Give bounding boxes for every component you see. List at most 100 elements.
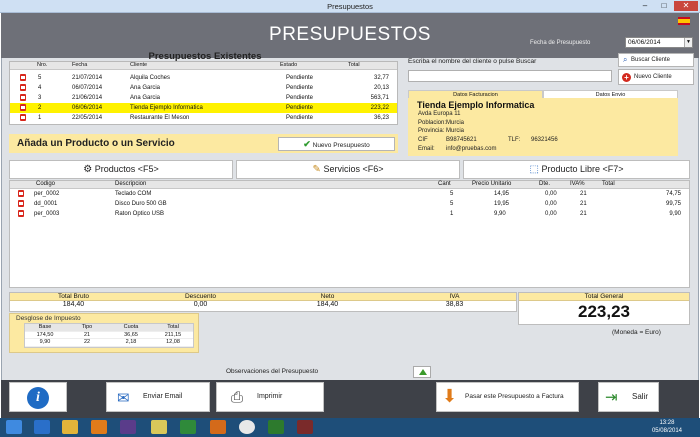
cell-dte: 0,00 — [545, 211, 557, 217]
ie-icon[interactable] — [34, 420, 50, 434]
clock[interactable]: 13:28 05/08/2014 — [652, 419, 682, 435]
table-row: 9,90 22 2,18 12,08 — [25, 339, 193, 347]
printer-icon: ⎙ — [231, 389, 244, 406]
table-row[interactable]: 1 22/05/2014 Restaurante El Meson Pendie… — [10, 113, 397, 123]
add-product-title: Añada un Producto o un Servicio — [17, 138, 175, 149]
cell-estado: Pendiente — [286, 85, 314, 91]
outlook-icon[interactable] — [210, 420, 226, 434]
cell-descripcion: Raton Optico USB — [115, 211, 165, 217]
minimize-button[interactable]: – — [636, 1, 654, 11]
enviar-email-button[interactable]: ✉ Enviar Email — [106, 382, 210, 412]
presupuestos-app-icon[interactable] — [297, 420, 313, 434]
nuevo-presupuesto-button[interactable]: ✔ Nuevo Presupuesto — [278, 137, 395, 151]
col-total: Total — [602, 181, 615, 187]
arrow-up-icon[interactable] — [413, 366, 431, 378]
col-nro: Nro. — [37, 62, 48, 68]
pdf-icon[interactable] — [20, 94, 26, 101]
cell-base: 9,90 — [39, 339, 51, 345]
cell-tipo: 22 — [83, 339, 91, 345]
descuento-label: Descuento — [184, 293, 217, 300]
table-header: Base Tipo Cuota Total — [25, 324, 193, 332]
cell-iva: 21 — [580, 211, 587, 217]
nuevo-presupuesto-label: Nuevo Presupuesto — [312, 142, 370, 149]
clock-date: 05/08/2014 — [651, 428, 682, 434]
pasar-a-factura-button[interactable]: ⬇ Pasar este Presupuesto a Factura — [436, 382, 579, 412]
pdf-icon[interactable] — [20, 104, 26, 111]
pdf-icon[interactable] — [20, 84, 26, 91]
date-select[interactable]: 06/06/2014 ▼ — [625, 37, 693, 48]
spain-flag-icon[interactable] — [678, 17, 690, 25]
pdf-icon[interactable] — [20, 74, 26, 81]
table-row[interactable]: 3 21/06/2014 Ana Garcia Pendiente 563,71 — [10, 93, 397, 103]
col-codigo: Codigo — [36, 181, 56, 187]
cell-fecha: 21/07/2014 — [72, 75, 103, 81]
neto-value: 184,40 — [316, 301, 339, 308]
info-button[interactable]: i — [9, 382, 67, 412]
cell-total: 9,90 — [669, 211, 681, 217]
add-icon: + — [622, 73, 631, 82]
folder-icon[interactable] — [62, 420, 78, 434]
table-row[interactable]: per_0003 Raton Optico USB 1 9,90 0,00 21… — [10, 209, 689, 219]
windows-start-icon[interactable] — [6, 420, 22, 434]
table-row[interactable]: 4 06/07/2014 Ana Garcia Pendiente 20,13 — [10, 83, 397, 93]
salir-button[interactable]: ⇥ Salir — [598, 382, 659, 412]
table-row[interactable]: per_0002 Teclado COM 5 14,95 0,00 21 74,… — [10, 189, 689, 199]
maximize-button[interactable]: □ — [655, 1, 673, 11]
provincia-label: Provincia: — [418, 128, 445, 134]
cell-codigo: dd_0001 — [34, 201, 58, 207]
total-general-header: Total General — [519, 293, 689, 301]
chevron-down-icon[interactable]: ▼ — [684, 38, 692, 47]
table-row: 174,50 21 36,65 211,15 — [25, 331, 193, 339]
nuevo-cliente-button[interactable]: + Nuevo Cliente — [618, 69, 694, 85]
imprimir-button[interactable]: ⎙ Imprimir — [216, 382, 324, 412]
cell-codigo: per_0002 — [34, 191, 60, 197]
tab-servicios-label: Servicios <F6> — [323, 164, 384, 174]
tab-productos[interactable]: ⚙ Productos <F5> — [9, 160, 233, 179]
chrome-icon[interactable] — [239, 420, 255, 434]
date-value: 06/06/2014 — [628, 39, 661, 46]
delete-line-icon[interactable] — [18, 200, 24, 207]
pdf-icon[interactable] — [20, 114, 26, 121]
cell-cliente: Ana Garcia — [130, 95, 161, 101]
tab-producto-libre[interactable]: ⬚ Producto Libre <F7> — [463, 160, 690, 179]
descuento-value: 0,00 — [193, 301, 208, 308]
iva-label: IVA — [449, 293, 460, 300]
poblacion-value: Murcia — [446, 120, 465, 126]
cell-cuota: 36,65 — [124, 331, 138, 338]
cell-estado: Pendiente — [286, 95, 314, 101]
cell-cant: 1 — [450, 211, 454, 217]
buscar-cliente-label: Buscar Cliente — [631, 57, 671, 63]
cell-tipo: 21 — [83, 331, 91, 338]
client-search-input[interactable] — [408, 70, 612, 82]
window-titlebar: Presupuestos – □ ✕ — [0, 0, 700, 13]
checkmark-icon: ✔ — [303, 139, 311, 149]
neto-label: Neto — [320, 293, 335, 300]
tab-productos-label: Productos <F5> — [94, 164, 159, 174]
paint-icon[interactable] — [120, 420, 136, 434]
col-iva: IVA% — [570, 181, 585, 187]
excel-icon[interactable] — [268, 420, 284, 434]
total-bruto-label: Total Bruto — [57, 293, 90, 300]
cell-iva: 21 — [580, 191, 587, 197]
buscar-cliente-button[interactable]: ⌕ Buscar Cliente — [618, 53, 694, 67]
delete-line-icon[interactable] — [18, 210, 24, 217]
email-label: Email: — [418, 146, 435, 152]
totals-table: Total Bruto Descuento Neto IVA 184,40 0,… — [9, 292, 517, 312]
table-row[interactable]: dd_0001 Disco Duro 500 GB 5 19,95 0,00 2… — [10, 199, 689, 209]
media-player-icon[interactable] — [91, 420, 107, 434]
notepad-icon[interactable] — [151, 420, 167, 434]
cell-iva: 21 — [580, 201, 587, 207]
cell-total: 32,77 — [373, 75, 389, 81]
delete-line-icon[interactable] — [18, 190, 24, 197]
app-icon[interactable] — [180, 420, 196, 434]
table-row-selected[interactable]: 2 06/06/2014 Tienda Ejemplo Informatica … — [10, 103, 397, 113]
budgets-table: Nro. Fecha Cliente Estado Total 5 21/07/… — [9, 61, 398, 125]
totals-header: Total Bruto Descuento Neto IVA — [10, 293, 516, 301]
cell-descripcion: Disco Duro 500 GB — [115, 201, 167, 207]
tab-servicios[interactable]: ✎ Servicios <F6> — [236, 160, 460, 179]
table-row[interactable]: 5 21/07/2014 Alquila Coches Pendiente 32… — [10, 73, 397, 83]
cell-cliente: Tienda Ejemplo Informatica — [130, 105, 203, 111]
tax-breakdown: Desglose de Impuesto Base Tipo Cuota Tot… — [9, 313, 199, 353]
observaciones-label: Observaciones del Presupuesto — [226, 368, 319, 375]
close-button[interactable]: ✕ — [674, 1, 698, 11]
